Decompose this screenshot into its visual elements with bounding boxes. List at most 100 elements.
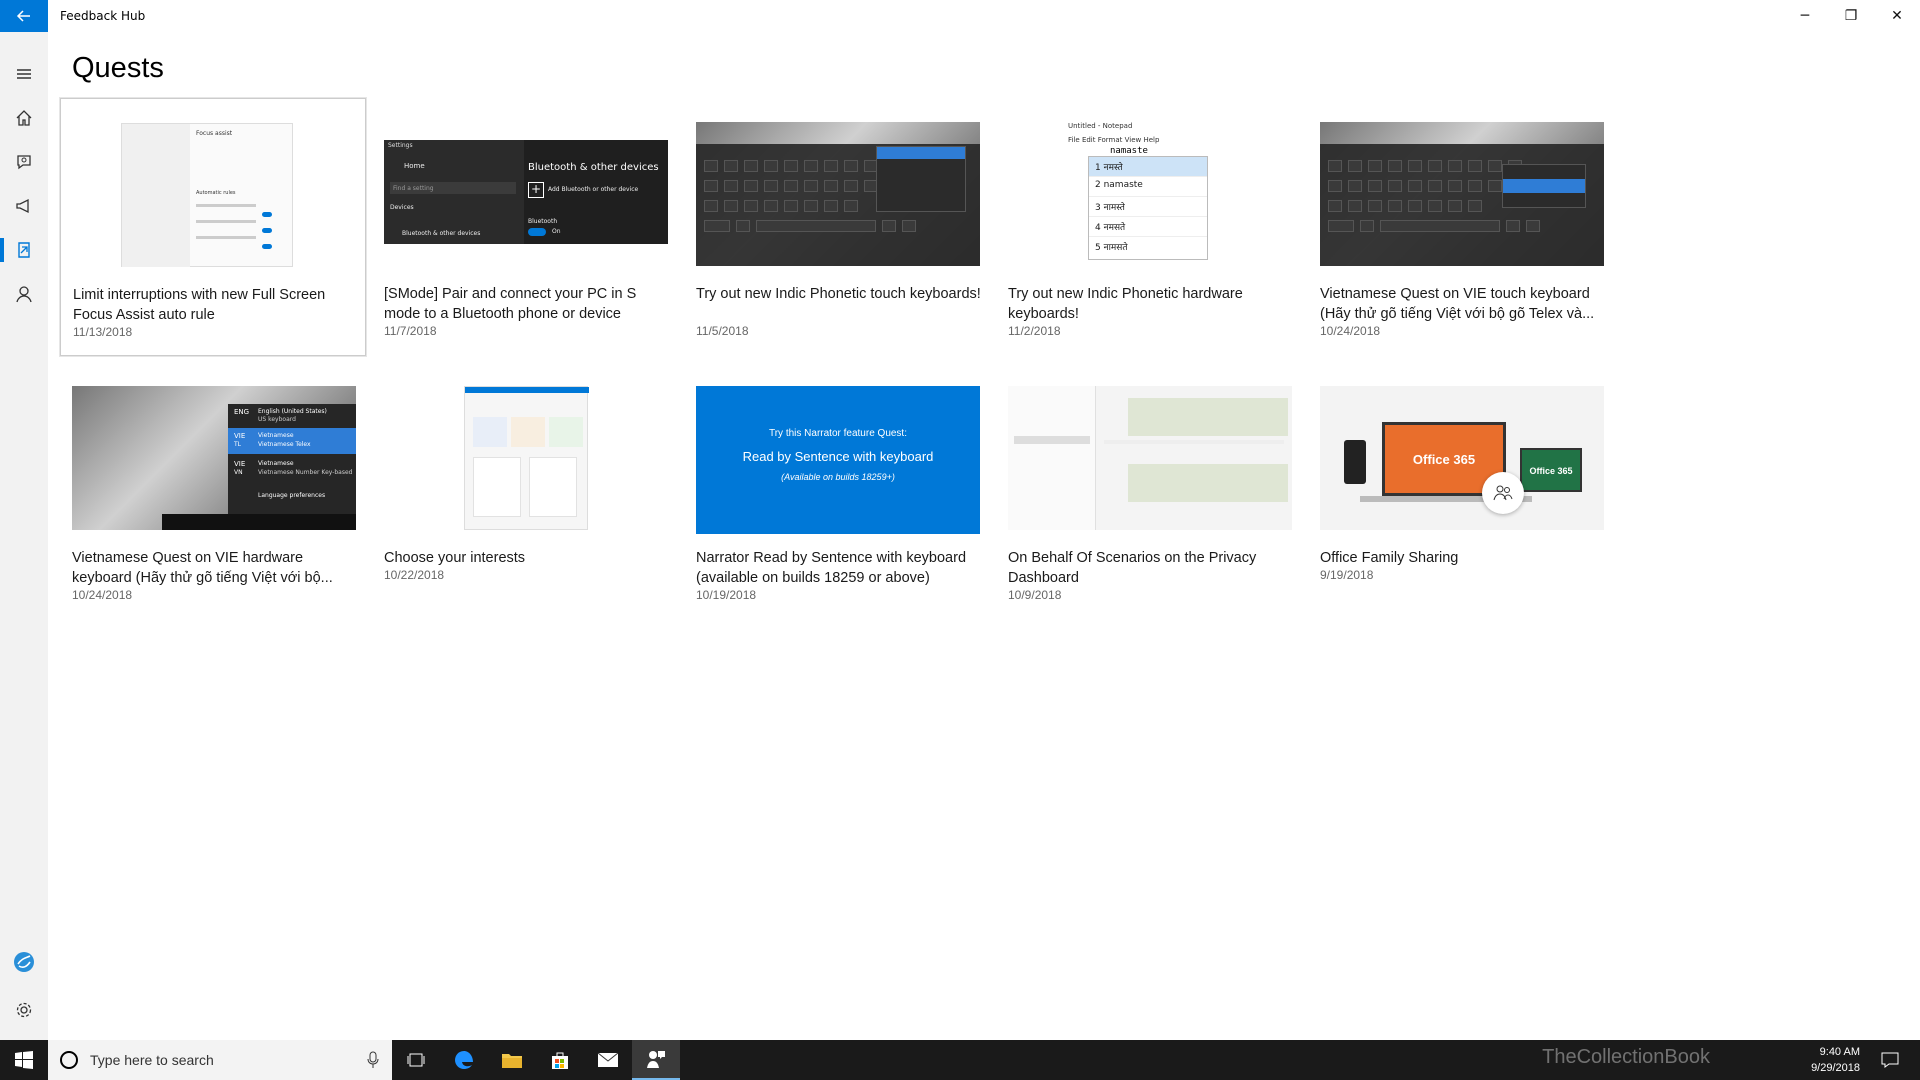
- edge-button[interactable]: [440, 1040, 488, 1080]
- window-controls: ─ ❐ ✕: [1782, 0, 1920, 32]
- insider-badge-button[interactable]: [0, 942, 48, 982]
- nav-announcements[interactable]: [0, 186, 48, 226]
- hamburger-menu-button[interactable]: [0, 54, 48, 94]
- quest-card[interactable]: ENG English (United States) US keyboard …: [60, 362, 366, 620]
- thumb-vie-vn: VN: [234, 469, 243, 476]
- quest-title: Choose your interests: [384, 550, 526, 566]
- quest-card[interactable]: Vietnamese Quest on VIE touch keyboard (…: [1308, 98, 1614, 356]
- store-bag-icon: [552, 1052, 568, 1069]
- quest-date: 10/9/2018: [1008, 588, 1062, 602]
- thumb-settings-sub: Automatic rules: [196, 190, 236, 196]
- quest-card[interactable]: On Behalf Of Scenarios on the Privacy Da…: [996, 362, 1302, 620]
- system-clock[interactable]: 9:40 AM 9/29/2018: [1811, 1044, 1860, 1076]
- quest-title: Narrator Read by Sentence with keyboard …: [696, 550, 967, 586]
- quest-date: 10/22/2018: [384, 568, 445, 582]
- restore-button[interactable]: ❐: [1828, 0, 1874, 32]
- quest-date: 10/24/2018: [72, 588, 133, 602]
- thumb-office-small: Office 365: [1520, 448, 1582, 492]
- thumb-narrator-line3: (Available on builds 18259+): [781, 472, 895, 482]
- clock-time: 9:40 AM: [1819, 1046, 1860, 1058]
- insider-icon: [14, 952, 34, 972]
- quest-card[interactable]: Try this Narrator feature Quest: Read by…: [684, 362, 990, 620]
- back-arrow-icon: [16, 10, 30, 22]
- start-button[interactable]: [0, 1040, 48, 1080]
- microphone-icon[interactable]: [366, 1051, 380, 1069]
- nav-quests[interactable]: [0, 230, 48, 270]
- thumb-bt-on: On: [552, 228, 561, 235]
- quest-thumbnail: [384, 386, 668, 530]
- quest-title: Vietnamese Quest on VIE hardware keyboar…: [72, 550, 333, 586]
- person-icon: [16, 286, 32, 303]
- back-button[interactable]: [0, 0, 48, 32]
- thumb-vie-eng-sub: US keyboard: [258, 416, 296, 423]
- quest-card[interactable]: Office 365 Office 365 Office Family Shar…: [1308, 362, 1614, 620]
- thumb-bt-panel-title: Bluetooth & other devices: [528, 162, 659, 173]
- quest-card[interactable]: Settings Home Find a setting Devices Blu…: [372, 98, 678, 356]
- nav-profile[interactable]: [0, 274, 48, 314]
- hamburger-icon: [17, 69, 31, 79]
- quest-date: 10/19/2018: [696, 588, 757, 602]
- quest-date: 9/19/2018: [1320, 568, 1374, 582]
- nav-home[interactable]: [0, 98, 48, 138]
- nav-feedback[interactable]: [0, 142, 48, 182]
- title-bar: Feedback Hub ─ ❐ ✕: [0, 0, 1920, 32]
- thumb-candidate: 1 नमस्ते: [1089, 157, 1207, 177]
- mail-button[interactable]: [584, 1040, 632, 1080]
- file-explorer-button[interactable]: [488, 1040, 536, 1080]
- thumb-vie-label: Vietnamese: [258, 432, 294, 439]
- quest-thumbnail: Try this Narrator feature Quest: Read by…: [696, 386, 980, 534]
- thumb-bt-devices-item: Bluetooth & other devices: [402, 230, 481, 237]
- mail-icon: [597, 1052, 619, 1067]
- quest-title: [SMode] Pair and connect your PC in S mo…: [384, 286, 637, 322]
- search-placeholder: Type here to search: [90, 1052, 214, 1068]
- megaphone-icon: [16, 198, 29, 214]
- quest-card[interactable]: Focus assist Automatic rules Limit inter…: [60, 98, 366, 356]
- thumb-notepad-typed: namaste: [1110, 146, 1148, 156]
- thumb-narrator-line2: Read by Sentence with keyboard: [742, 449, 934, 464]
- store-button[interactable]: [536, 1040, 584, 1080]
- quest-thumbnail: [1008, 386, 1292, 530]
- minimize-button[interactable]: ─: [1782, 0, 1828, 32]
- home-icon: [16, 110, 32, 126]
- thumb-vie-code2: VIE: [234, 460, 246, 468]
- thumb-vie-label2: Vietnamese: [258, 460, 294, 467]
- thumb-vie-sub: Vietnamese Telex: [258, 441, 311, 448]
- feedback-hub-taskbar-button[interactable]: [632, 1040, 680, 1080]
- thumb-bt-devices: Devices: [390, 204, 414, 211]
- thumb-vie-code: VIE: [234, 432, 246, 440]
- quests-icon: [18, 242, 30, 258]
- quest-thumbnail: [696, 122, 980, 266]
- feedback-hub-icon: [647, 1051, 665, 1068]
- quest-date: 11/13/2018: [73, 325, 133, 339]
- clock-date: 9/29/2018: [1811, 1062, 1860, 1074]
- quest-title: Limit interruptions with new Full Screen…: [73, 287, 326, 323]
- thumb-bt-settings: Settings: [388, 142, 413, 149]
- quest-title: Try out new Indic Phonetic touch keyboar…: [696, 286, 981, 302]
- close-button[interactable]: ✕: [1874, 0, 1920, 32]
- taskbar-search[interactable]: Type here to search: [48, 1040, 392, 1080]
- quest-card[interactable]: Try out new Indic Phonetic touch keyboar…: [684, 98, 990, 356]
- cortana-icon: [60, 1051, 78, 1069]
- windows-logo-icon: [15, 1051, 33, 1069]
- thumb-notepad-title: Untitled - Notepad: [1068, 122, 1133, 130]
- quest-date: 10/24/2018: [1320, 324, 1381, 338]
- action-center-button[interactable]: [1872, 1040, 1908, 1080]
- quest-card[interactable]: Choose your interests 10/22/2018: [372, 362, 678, 620]
- thumb-bt-home: Home: [404, 162, 425, 170]
- quest-title: Vietnamese Quest on VIE touch keyboard (…: [1320, 286, 1595, 322]
- page-title: Quests: [72, 52, 164, 84]
- family-icon: [1482, 472, 1524, 514]
- thumb-vie-eng-label: English (United States): [258, 408, 327, 415]
- task-view-button[interactable]: [392, 1040, 440, 1080]
- thumb-vie-sub2: Vietnamese Number Key-based: [258, 469, 353, 476]
- quest-title: Office Family Sharing: [1320, 550, 1459, 566]
- task-view-icon: [407, 1053, 425, 1067]
- settings-button[interactable]: [0, 990, 48, 1030]
- quest-thumbnail: ENG English (United States) US keyboard …: [72, 386, 356, 530]
- thumb-notepad-menu: File Edit Format View Help: [1068, 136, 1160, 144]
- quest-card[interactable]: Untitled - Notepad File Edit Format View…: [996, 98, 1302, 356]
- thumb-narrator-line1: Try this Narrator feature Quest:: [768, 428, 907, 439]
- quest-date: 11/5/2018: [696, 324, 749, 338]
- notification-icon: [1881, 1052, 1899, 1068]
- quest-thumbnail: Office 365 Office 365: [1320, 386, 1604, 530]
